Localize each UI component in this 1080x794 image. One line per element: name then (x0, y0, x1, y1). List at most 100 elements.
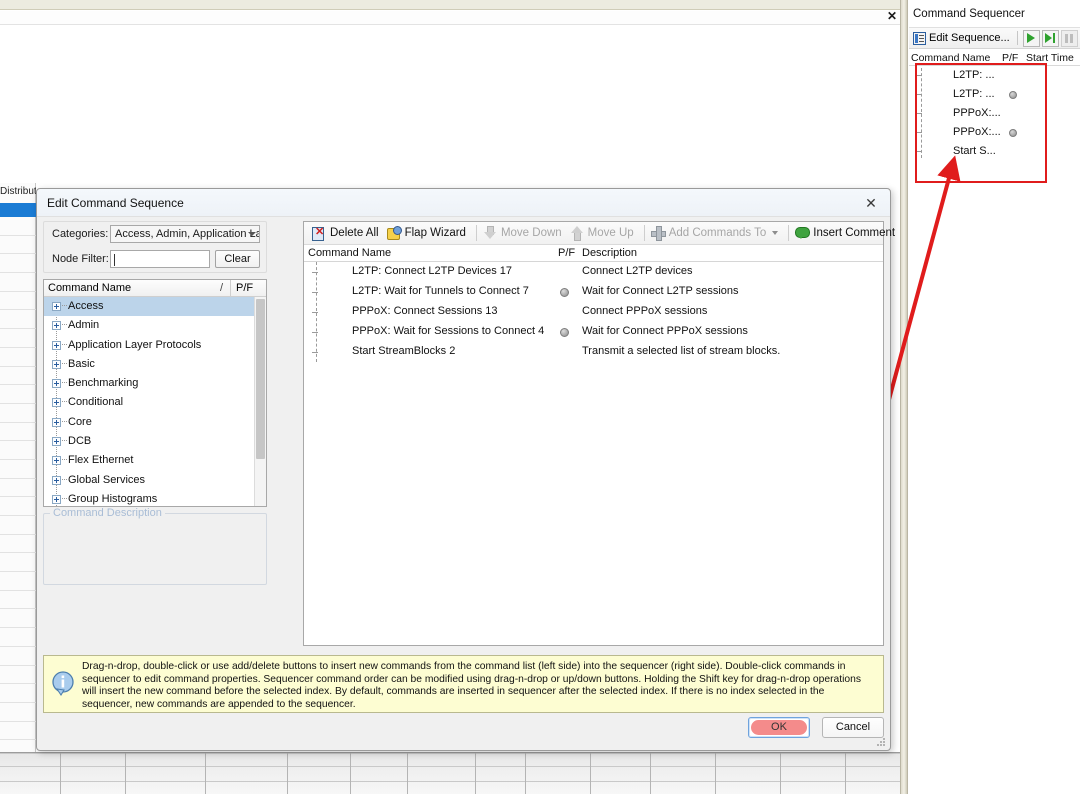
edit-sequence-button[interactable]: Edit Sequence... (911, 31, 1012, 46)
seq-col-description: Description (582, 247, 637, 259)
sequencer-row-description: Wait for Connect PPPoX sessions (582, 325, 748, 337)
command-tree-node[interactable]: Core (44, 413, 266, 432)
background-tree-row[interactable] (0, 722, 36, 741)
background-tree-row[interactable] (0, 423, 36, 442)
ok-button[interactable]: OK (748, 717, 810, 738)
sequencer-panel-row[interactable]: PPPoX:... (909, 123, 1080, 142)
scrollbar-thumb[interactable] (256, 299, 265, 459)
background-grid-table (0, 752, 900, 794)
command-tree-node[interactable]: DCB (44, 432, 266, 451)
command-tree-node[interactable]: Global Services (44, 471, 266, 490)
sequencer-panel-row[interactable]: L2TP: ... (909, 66, 1080, 85)
command-tree-node[interactable]: Access (44, 297, 266, 316)
background-tree-row[interactable] (0, 329, 36, 348)
expand-plus-icon[interactable] (52, 321, 61, 330)
app-close-icon[interactable]: ✕ (884, 8, 900, 24)
background-tree-row[interactable] (0, 236, 36, 255)
command-tree-list[interactable]: AccessAdminApplication Layer ProtocolsBa… (44, 297, 266, 506)
command-tree-scrollbar[interactable] (254, 297, 266, 506)
command-tree-node[interactable]: Group Histograms (44, 490, 266, 506)
dialog-title-bar[interactable]: Edit Command Sequence ✕ (37, 189, 890, 217)
background-tree-row[interactable] (0, 254, 36, 273)
toolbar-separator (644, 225, 645, 241)
command-tree-node[interactable]: Flex Ethernet (44, 451, 266, 470)
background-tree-row[interactable] (0, 628, 36, 647)
background-tree-row[interactable] (0, 591, 36, 610)
expand-plus-icon[interactable] (52, 379, 61, 388)
resize-grip[interactable] (877, 738, 887, 748)
expand-plus-icon[interactable] (52, 360, 61, 369)
play-button[interactable] (1023, 30, 1040, 47)
expand-plus-icon[interactable] (52, 495, 61, 504)
tree-dots (62, 440, 67, 441)
sequencer-row[interactable]: PPPoX: Connect Sessions 13Connect PPPoX … (304, 302, 883, 322)
command-tree-node[interactable]: Admin (44, 316, 266, 335)
sequencer-row[interactable]: Start StreamBlocks 2Transmit a selected … (304, 342, 883, 362)
background-tree-row[interactable] (0, 684, 36, 703)
background-tree-row[interactable] (0, 404, 36, 423)
background-tree-row[interactable] (0, 479, 36, 498)
background-tree-row[interactable] (0, 516, 36, 535)
sequencer-panel-row[interactable]: L2TP: ... (909, 85, 1080, 104)
command-sequencer-list[interactable]: L2TP: ...L2TP: ...PPPoX:...PPPoX:...Star… (909, 66, 1080, 161)
step-button[interactable] (1042, 30, 1059, 47)
background-tree-row[interactable] (0, 572, 36, 591)
command-tree-node[interactable]: Conditional (44, 393, 266, 412)
command-tree-node[interactable]: Basic (44, 355, 266, 374)
sequencer-row[interactable]: L2TP: Connect L2TP Devices 17Connect L2T… (304, 262, 883, 282)
background-tree-row[interactable] (0, 609, 36, 628)
background-tree-row[interactable] (0, 666, 36, 685)
expand-plus-icon[interactable] (52, 302, 61, 311)
expand-plus-icon[interactable] (52, 476, 61, 485)
background-tree-row[interactable] (0, 703, 36, 722)
background-tree-row[interactable] (0, 497, 36, 516)
expand-plus-icon[interactable] (52, 418, 61, 427)
background-tree-row[interactable] (0, 348, 36, 367)
tree-dots (62, 479, 67, 480)
sequencer-row-name: PPPoX: Connect Sessions 13 (352, 305, 498, 317)
move-up-icon (570, 226, 584, 240)
background-tree-row[interactable] (0, 441, 36, 460)
command-tree-node[interactable]: Application Layer Protocols (44, 336, 266, 355)
background-tree-selected-row[interactable] (0, 203, 36, 217)
background-tree-row[interactable] (0, 310, 36, 329)
move-down-button: Move Down (481, 225, 568, 241)
pass-fail-indicator (560, 288, 569, 297)
background-tree-row[interactable] (0, 273, 36, 292)
background-tree-row[interactable] (0, 647, 36, 666)
background-tree-row[interactable] (0, 553, 36, 572)
chevron-down-icon[interactable] (772, 231, 778, 235)
flap-wizard-button[interactable]: Flap Wizard (385, 225, 472, 241)
tree-dots (62, 421, 67, 422)
sequencer-row[interactable]: PPPoX: Wait for Sessions to Connect 4Wai… (304, 322, 883, 342)
background-tree-row[interactable] (0, 292, 36, 311)
expand-plus-icon[interactable] (52, 398, 61, 407)
tree-col-pf: P/F (236, 282, 253, 294)
clear-button[interactable]: Clear (215, 250, 260, 268)
background-tree-row[interactable] (0, 217, 36, 236)
delete-all-button[interactable]: Delete All (310, 225, 385, 241)
insert-comment-button[interactable]: Insert Comment (793, 225, 901, 241)
toolbar-label: Insert Comment (813, 227, 895, 239)
sequencer-panel-row[interactable]: PPPoX:... (909, 104, 1080, 123)
background-tree-row[interactable] (0, 535, 36, 554)
sequencer-rows[interactable]: L2TP: Connect L2TP Devices 17Connect L2T… (304, 262, 883, 362)
categories-select[interactable]: Access, Admin, Application Laye... (110, 225, 260, 243)
vertical-splitter[interactable] (900, 0, 908, 794)
expand-plus-icon[interactable] (52, 437, 61, 446)
node-filter-input[interactable] (110, 250, 210, 268)
background-tree-row[interactable] (0, 367, 36, 386)
add-commands-to-button: Add Commands To (649, 225, 785, 241)
expand-plus-icon[interactable] (52, 456, 61, 465)
pause-button[interactable] (1061, 30, 1078, 47)
background-tree-row[interactable] (0, 385, 36, 404)
sequencer-row-name: L2TP: Wait for Tunnels to Connect 7 (352, 285, 529, 297)
expand-plus-icon[interactable] (52, 341, 61, 350)
dialog-close-icon[interactable]: ✕ (862, 194, 880, 212)
info-icon (52, 671, 76, 697)
command-tree-node[interactable]: Benchmarking (44, 374, 266, 393)
sequencer-panel-row[interactable]: Start S... (909, 142, 1080, 161)
sequencer-row[interactable]: L2TP: Wait for Tunnels to Connect 7Wait … (304, 282, 883, 302)
background-tree-row[interactable] (0, 460, 36, 479)
cancel-button[interactable]: Cancel (822, 717, 884, 738)
